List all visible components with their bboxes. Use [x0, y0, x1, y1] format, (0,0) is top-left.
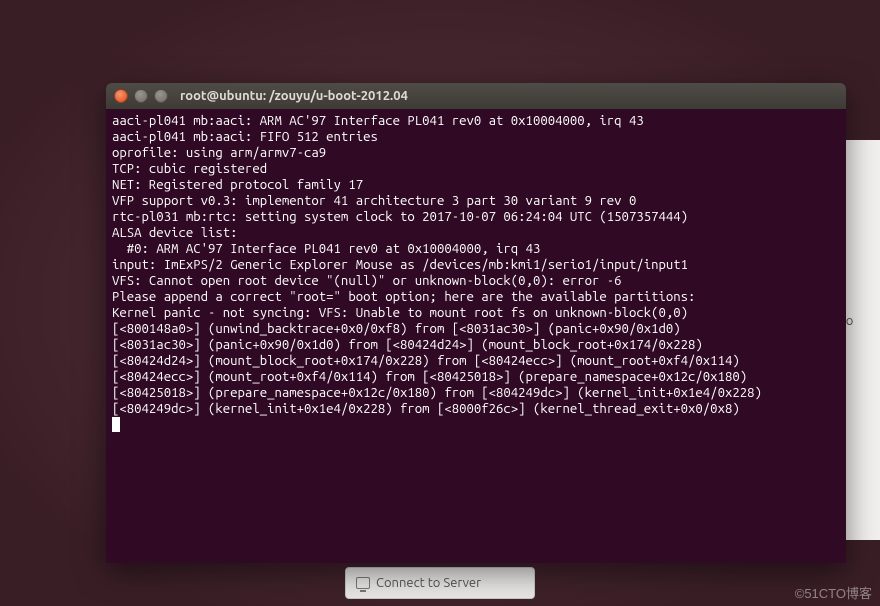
- connect-server-label: Connect to Server: [376, 576, 481, 590]
- minimize-icon[interactable]: [134, 89, 148, 103]
- terminal-window[interactable]: root@ubuntu: /zouyu/u-boot-2012.04 aaci-…: [106, 83, 846, 563]
- close-icon[interactable]: [114, 89, 128, 103]
- connect-server-button[interactable]: Connect to Server: [345, 567, 535, 599]
- terminal-titlebar[interactable]: root@ubuntu: /zouyu/u-boot-2012.04: [106, 83, 846, 109]
- corner-watermark: ©51CTO博客: [795, 583, 872, 602]
- window-title: root@ubuntu: /zouyu/u-boot-2012.04: [180, 89, 408, 103]
- maximize-icon[interactable]: [154, 89, 168, 103]
- cursor-block: [112, 417, 120, 432]
- terminal-output[interactable]: aaci-pl041 mb:aaci: ARM AC'97 Interface …: [106, 109, 846, 437]
- screen-icon: [356, 577, 370, 589]
